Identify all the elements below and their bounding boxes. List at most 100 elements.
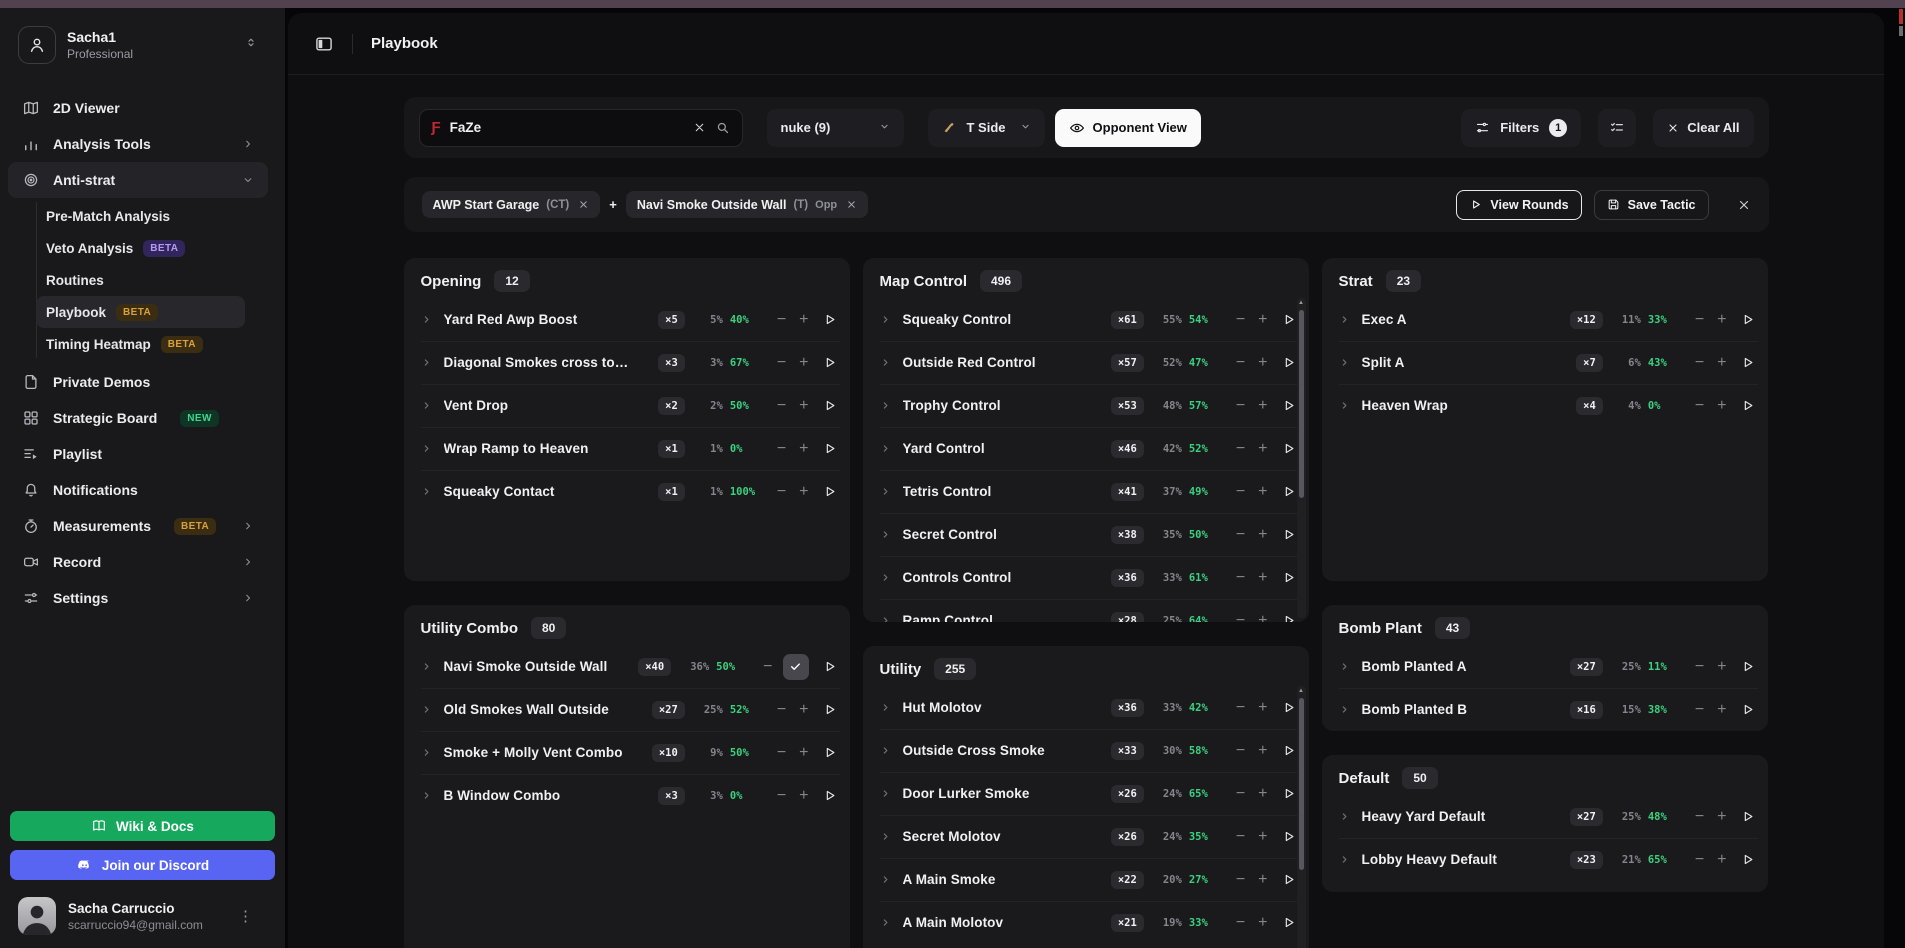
play-button[interactable] [1740, 702, 1755, 717]
decrement-button[interactable]: − [1695, 851, 1704, 869]
tactic-row[interactable]: B Window Combo ×3 3% 0% − + [404, 774, 850, 817]
decrement-button[interactable]: − [1236, 612, 1245, 623]
play-button[interactable] [1740, 852, 1755, 867]
tactic-row[interactable]: Smoke + Molly Vent Combo ×10 9% 50% − + [404, 731, 850, 774]
tactic-row[interactable]: Tetris Control ×41 37% 49% − + [863, 470, 1309, 513]
sidebar-item-strategic-board[interactable]: Strategic Board NEW [8, 400, 268, 436]
tactic-row[interactable]: Yard Red Awp Boost ×5 5% 40% − + [404, 298, 850, 341]
decrement-button[interactable]: − [1236, 569, 1245, 587]
decrement-button[interactable]: − [1236, 526, 1245, 544]
decrement-button[interactable]: − [763, 658, 772, 676]
increment-button[interactable]: + [1258, 699, 1267, 717]
unfold-icon[interactable] [245, 35, 257, 56]
side-select-dropdown[interactable]: T Side [928, 109, 1045, 147]
tactic-row[interactable]: Squeaky Contact ×1 1% 100% − + [404, 470, 850, 513]
increment-button[interactable]: + [1717, 311, 1726, 329]
increment-button[interactable]: + [1717, 851, 1726, 869]
tactic-row[interactable]: Old Smokes Wall Outside ×27 25% 52% − + [404, 688, 850, 731]
increment-button[interactable]: + [1258, 483, 1267, 501]
play-button[interactable] [822, 659, 837, 674]
decrement-button[interactable]: − [1236, 354, 1245, 372]
sidebar-item-playbook[interactable]: Playbook BETA [36, 296, 245, 328]
play-button[interactable] [1740, 809, 1755, 824]
tactic-row[interactable]: Outside Red Control ×57 52% 47% − + [863, 341, 1309, 384]
sidebar-item-playlist[interactable]: Playlist [8, 436, 268, 472]
decrement-button[interactable]: − [777, 397, 786, 415]
increment-button[interactable]: + [1258, 354, 1267, 372]
play-button[interactable] [1281, 441, 1296, 456]
sidebar-item-anti-strat[interactable]: Anti-strat [8, 162, 268, 198]
tactic-row[interactable]: A Main Smoke ×22 20% 27% − + [863, 858, 1309, 901]
decrement-button[interactable]: − [1695, 354, 1704, 372]
play-button[interactable] [1281, 786, 1296, 801]
map-select-dropdown[interactable]: nuke (9) [767, 109, 904, 147]
play-button[interactable] [1740, 398, 1755, 413]
save-tactic-button[interactable]: Save Tactic [1594, 190, 1709, 220]
tactic-row[interactable]: Split A ×7 6% 43% − + [1322, 341, 1768, 384]
play-button[interactable] [822, 312, 837, 327]
clear-all-button[interactable]: Clear All [1653, 109, 1753, 147]
sidebar-item-2d-viewer[interactable]: 2D Viewer [8, 90, 268, 126]
tactic-row[interactable]: Bomb Planted A ×27 25% 11% − + [1322, 645, 1768, 688]
increment-button[interactable]: + [799, 311, 808, 329]
increment-button[interactable]: + [1717, 397, 1726, 415]
tactic-row[interactable]: Trophy Control ×53 48% 57% − + [863, 384, 1309, 427]
scroll-up-icon[interactable]: ▲ [1297, 686, 1306, 696]
play-button[interactable] [1281, 872, 1296, 887]
tactic-row[interactable]: Hut Molotov ×36 33% 42% − + [863, 686, 1309, 729]
tactic-row[interactable]: Bomb Planted B ×16 15% 38% − + [1322, 688, 1768, 731]
kebab-menu-icon[interactable]: ⋮ [238, 907, 253, 925]
sidebar-item-veto-analysis[interactable]: Veto Analysis BETA [36, 232, 245, 264]
user-account[interactable]: Sacha Carruccio scarruccio94@gmail.com ⋮ [10, 897, 275, 935]
play-button[interactable] [1740, 312, 1755, 327]
play-button[interactable] [822, 355, 837, 370]
play-button[interactable] [822, 745, 837, 760]
play-button[interactable] [1281, 915, 1296, 930]
increment-button[interactable]: + [1258, 742, 1267, 760]
decrement-button[interactable]: − [1236, 914, 1245, 932]
decrement-button[interactable]: − [1236, 397, 1245, 415]
tactic-row[interactable]: Secret Molotov ×26 24% 35% − + [863, 815, 1309, 858]
increment-button[interactable]: + [1258, 397, 1267, 415]
tactic-row[interactable]: Heaven Wrap ×4 4% 0% − + [1322, 384, 1768, 427]
added-check-button[interactable] [783, 654, 809, 680]
decrement-button[interactable]: − [777, 354, 786, 372]
tactic-row[interactable]: Ramp Control ×28 25% 64% − + [863, 599, 1309, 622]
close-tactic-bar-icon[interactable] [1737, 198, 1751, 212]
tactic-chip[interactable]: AWP Start Garage (CT) [422, 191, 601, 218]
increment-button[interactable]: + [1258, 612, 1267, 623]
search-icon[interactable] [715, 120, 730, 135]
tactic-row[interactable]: Yard Control ×46 42% 52% − + [863, 427, 1309, 470]
play-button[interactable] [1740, 355, 1755, 370]
play-button[interactable] [822, 484, 837, 499]
increment-button[interactable]: + [799, 701, 808, 719]
sidebar-item-private-demos[interactable]: Private Demos [8, 364, 268, 400]
decrement-button[interactable]: − [1236, 699, 1245, 717]
increment-button[interactable]: + [799, 397, 808, 415]
decrement-button[interactable]: − [777, 787, 786, 805]
play-button[interactable] [1281, 829, 1296, 844]
scrollbar[interactable]: ▲ [1297, 298, 1306, 618]
increment-button[interactable]: + [1258, 871, 1267, 889]
checklist-button[interactable] [1598, 109, 1636, 147]
increment-button[interactable]: + [799, 744, 808, 762]
decrement-button[interactable]: − [1236, 483, 1245, 501]
decrement-button[interactable]: − [1695, 658, 1704, 676]
decrement-button[interactable]: − [777, 440, 786, 458]
wiki-docs-button[interactable]: Wiki & Docs [10, 811, 275, 841]
tactic-chip[interactable]: Navi Smoke Outside Wall (T) Opp [626, 191, 868, 218]
sidebar-item-analysis-tools[interactable]: Analysis Tools [8, 126, 268, 162]
play-button[interactable] [1281, 312, 1296, 327]
increment-button[interactable]: + [1258, 311, 1267, 329]
increment-button[interactable]: + [799, 483, 808, 501]
increment-button[interactable]: + [1258, 569, 1267, 587]
sidebar-item-record[interactable]: Record [8, 544, 268, 580]
decrement-button[interactable]: − [1695, 701, 1704, 719]
remove-chip-icon[interactable] [846, 199, 857, 210]
play-button[interactable] [1281, 613, 1296, 622]
tactic-row[interactable]: Lobby Heavy Default ×23 21% 65% − + [1322, 838, 1768, 881]
clear-search-icon[interactable] [693, 121, 706, 134]
decrement-button[interactable]: − [1236, 785, 1245, 803]
sidebar-item-measurements[interactable]: Measurements BETA [8, 508, 268, 544]
scroll-up-icon[interactable]: ▲ [1297, 298, 1306, 308]
